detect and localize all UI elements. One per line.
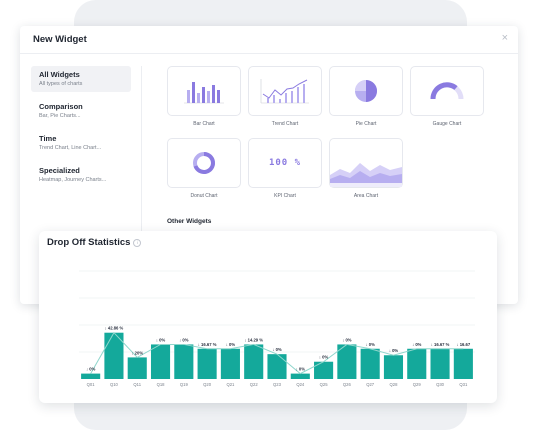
sidebar-item-subtitle: Heatmap, Journey Charts... <box>39 177 107 183</box>
widget-tile-trend-chart[interactable]: Trend Chart <box>248 66 322 127</box>
pie-chart-icon <box>355 80 377 102</box>
widget-preview <box>410 66 484 116</box>
data-label: ↓ 16.67 <box>456 342 470 347</box>
data-label: ↓ 14.29 % <box>244 337 263 342</box>
widget-preview <box>248 66 322 116</box>
tick-label: Q22 <box>250 382 259 387</box>
bar <box>430 348 450 379</box>
widget-tile-donut-chart[interactable]: Donut Chart <box>167 138 241 199</box>
data-label: ↓ 16.67 % <box>431 342 450 347</box>
widget-tile-bar-chart[interactable]: Bar Chart <box>167 66 241 127</box>
data-label: ↓ 0% <box>179 337 189 342</box>
sidebar-item-subtitle: All types of charts <box>39 81 83 87</box>
data-label: ↓ 0% <box>272 347 282 352</box>
bar <box>197 348 217 379</box>
tick-label: Q24 <box>296 382 305 387</box>
sidebar-item-comparison[interactable]: Comparison Bar, Pie Charts... <box>31 98 131 124</box>
bar <box>127 357 147 379</box>
bar <box>290 373 310 379</box>
modal-header: New Widget × <box>20 26 518 54</box>
widget-category-sidebar: All Widgets All types of charts Comparis… <box>31 66 131 194</box>
widget-label: KPI Chart <box>274 193 296 199</box>
tick-label: Q10 <box>110 382 119 387</box>
bar <box>244 344 264 379</box>
tick-label: Q29 <box>413 382 422 387</box>
widget-tile-pie-chart[interactable]: Pie Chart <box>329 66 403 127</box>
bar <box>407 348 427 379</box>
widget-tile-gauge-chart[interactable]: Gauge Chart <box>410 66 484 127</box>
gauge-chart-icon <box>430 82 464 100</box>
kpi-chart-icon: 100 % <box>268 158 302 168</box>
data-label: ↓ 0% <box>319 355 329 360</box>
bar <box>383 355 404 379</box>
modal-title: New Widget <box>33 34 87 45</box>
data-label: ↓ 0% <box>296 367 306 372</box>
sidebar-item-title: Specialized <box>39 166 80 175</box>
widget-label: Pie Chart <box>355 121 377 127</box>
data-label: ↓ 0% <box>389 348 399 353</box>
donut-chart-icon <box>193 152 215 174</box>
data-label: ↓ 16.67 % <box>198 342 217 347</box>
bar <box>314 361 334 379</box>
tick-label: Q31 <box>459 382 468 387</box>
data-label: ↓ 0% <box>412 342 422 347</box>
widget-preview: 100 % <box>248 138 322 188</box>
widget-preview <box>329 66 403 116</box>
tick-label: Q30 <box>436 382 445 387</box>
tick-label: Q26 <box>343 382 352 387</box>
sidebar-divider <box>141 66 142 236</box>
sidebar-item-subtitle: Bar, Pie Charts... <box>39 113 81 119</box>
tick-label: Q21 <box>226 382 235 387</box>
sidebar-item-title: Comparison <box>39 102 83 111</box>
tick-label: Q25 <box>320 382 329 387</box>
widget-label: Bar Chart <box>193 121 215 127</box>
widget-tile-kpi-chart[interactable]: 100 % KPI Chart <box>248 138 322 199</box>
bar <box>220 348 240 379</box>
drop-off-statistics-card: Drop Off Statistics i ↓ 0% ↓ 42.86 % ↓ 20% ↓… <box>39 231 497 403</box>
tick-label: Q28 <box>390 382 399 387</box>
data-label: ↓ 0% <box>342 337 352 342</box>
bar <box>174 344 194 379</box>
bar <box>360 348 380 379</box>
widget-tile-area-chart[interactable]: Area Chart <box>329 138 403 199</box>
sidebar-item-title: Time <box>39 134 57 143</box>
sidebar-item-specialized[interactable]: Specialized Heatmap, Journey Charts... <box>31 162 131 188</box>
data-label: ↓ 20% <box>131 350 143 355</box>
data-label: ↓ 0% <box>86 367 96 372</box>
tick-label: Q20 <box>203 382 212 387</box>
data-label: ↓ 0% <box>366 342 376 347</box>
widget-preview <box>167 66 241 116</box>
tick-label: Q11 <box>133 382 141 387</box>
tick-label: Q23 <box>273 382 282 387</box>
close-icon[interactable]: × <box>502 32 508 44</box>
data-label: ↓ 42.86 % <box>105 326 124 331</box>
sidebar-item-time[interactable]: Time Trend Chart, Line Chart... <box>31 130 131 156</box>
widget-label: Area Chart <box>353 193 379 199</box>
data-label: ↓ 0% <box>226 342 236 347</box>
area-chart-icon <box>330 163 402 187</box>
tick-label: Q19 <box>180 382 189 387</box>
drop-off-bar-chart: ↓ 0% ↓ 42.86 % ↓ 20% ↓ 0% ↓ 0% ↓ 16.67 % ↓ 0% ↓… <box>79 270 475 387</box>
tick-label: Q27 <box>366 382 375 387</box>
widget-label: Trend Chart <box>271 121 299 127</box>
widget-label: Gauge Chart <box>432 121 462 127</box>
tick-label: Q01 <box>87 382 96 387</box>
bar <box>267 354 287 379</box>
bar <box>81 373 101 379</box>
widget-preview <box>329 138 403 188</box>
sidebar-item-subtitle: Trend Chart, Line Chart... <box>39 145 102 151</box>
trend-chart-icon <box>260 79 309 104</box>
other-widgets-heading: Other Widgets <box>167 218 212 225</box>
sidebar-item-title: All Widgets <box>39 70 80 79</box>
bar <box>453 348 473 379</box>
bar-chart-icon <box>184 82 224 104</box>
widget-preview <box>167 138 241 188</box>
bar <box>150 344 171 379</box>
widget-label: Donut Chart <box>190 193 218 199</box>
sidebar-item-all-widgets[interactable]: All Widgets All types of charts <box>31 66 131 92</box>
tick-label: Q18 <box>157 382 166 387</box>
data-label: ↓ 0% <box>156 337 166 342</box>
